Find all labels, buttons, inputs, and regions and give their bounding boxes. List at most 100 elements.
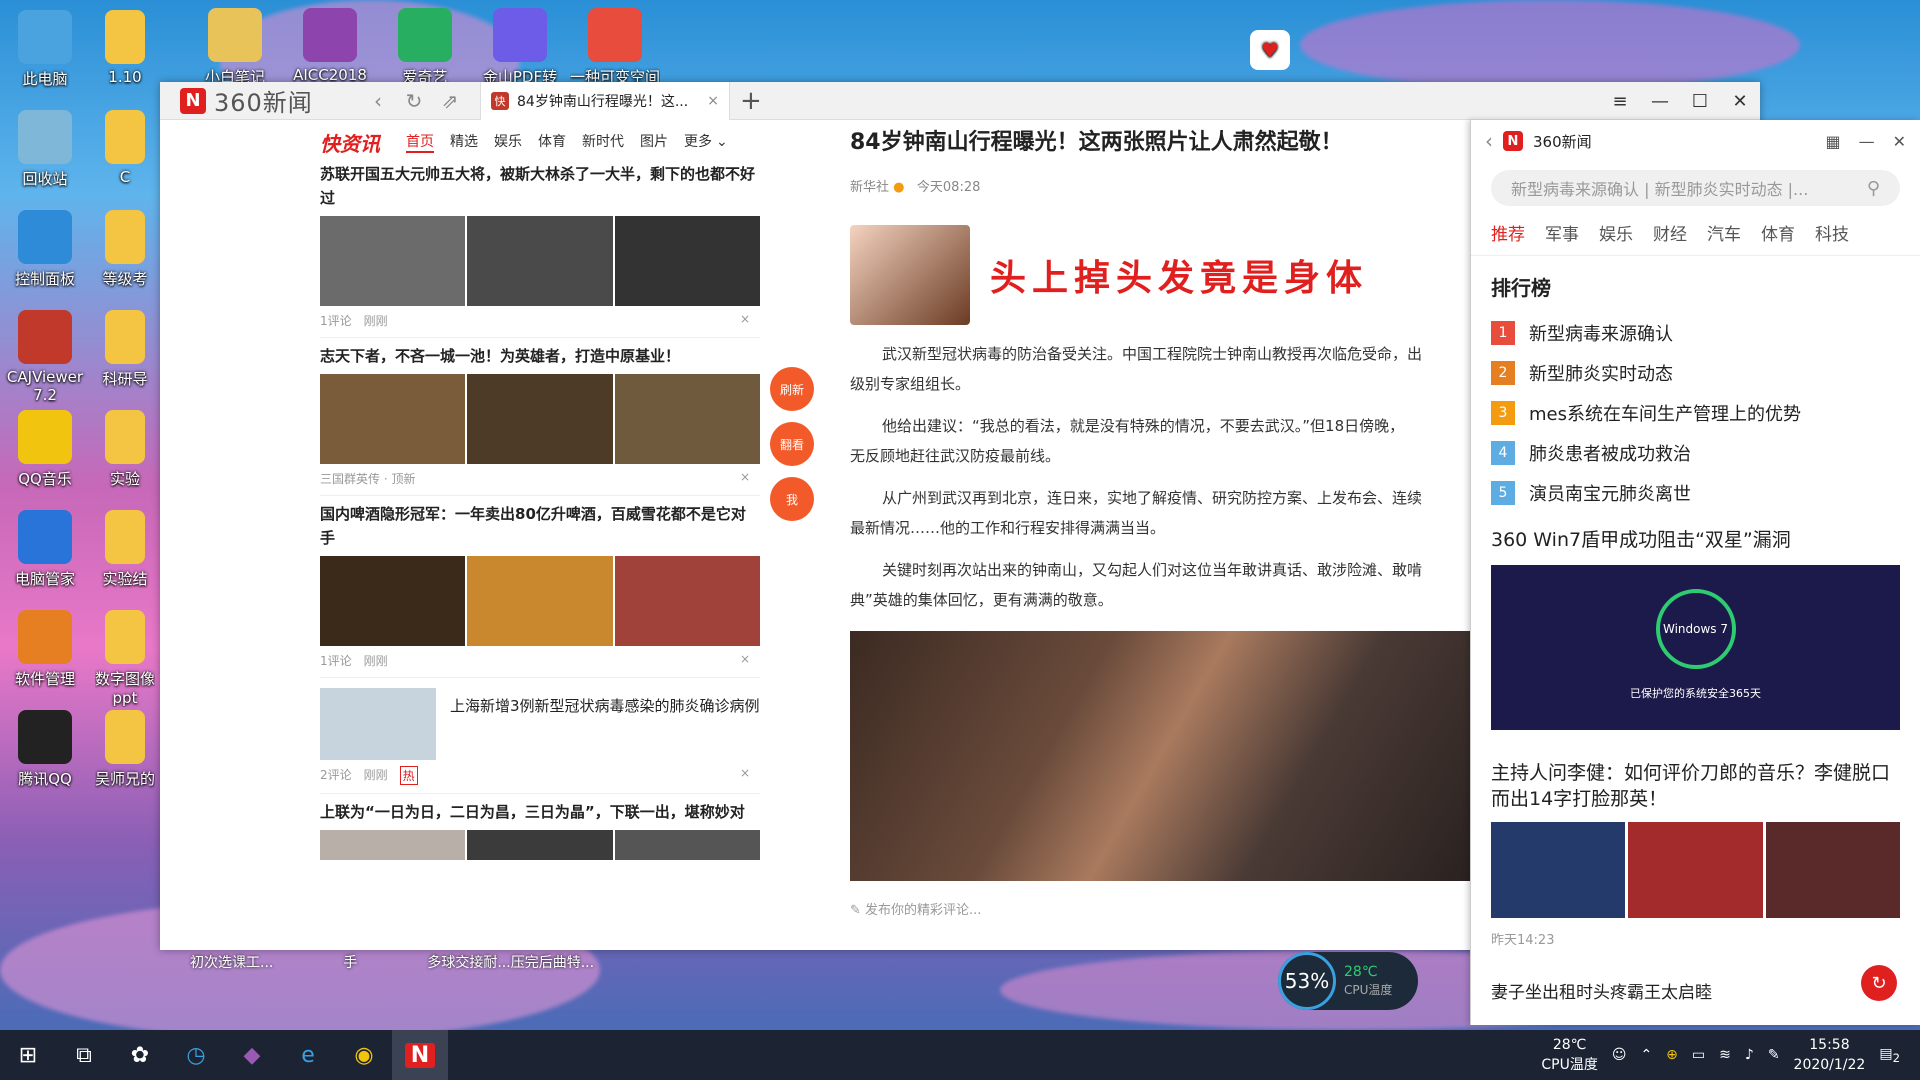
folder-icon[interactable]: 1.10 (95, 10, 155, 86)
panel-tab[interactable]: 娱乐 (1599, 220, 1633, 245)
panel-tab[interactable]: 汽车 (1707, 220, 1741, 245)
edge-icon[interactable]: e (280, 1030, 336, 1080)
desktop-icon[interactable]: 回收站 (0, 110, 90, 189)
folder-icon[interactable]: C (95, 110, 155, 186)
refresh-button[interactable]: ↻ (1861, 965, 1897, 1001)
ad-banner[interactable]: 头上掉头发竟是身体 (850, 225, 1470, 325)
desktop-icon[interactable]: 爱奇艺 (380, 8, 470, 82)
rank-item[interactable]: 3 mes系统在车间生产管理上的优势 (1491, 393, 1900, 433)
panel-tab[interactable]: 推荐 (1491, 220, 1525, 245)
close-tab-icon[interactable]: × (707, 93, 719, 109)
minimize-button[interactable]: — (1859, 132, 1875, 151)
grid-icon[interactable]: ▦ (1825, 132, 1840, 151)
minimize-button[interactable]: — (1640, 82, 1680, 120)
desktop-icon[interactable]: 金山PDF转 (475, 8, 565, 82)
volume-icon[interactable]: ♪ (1745, 1047, 1754, 1063)
feed-item[interactable]: 国内啤酒隐形冠军：一年卖出80亿升啤酒，百威雪花都不是它对手 (320, 502, 760, 646)
tab-article[interactable]: 快 84岁钟南山行程曝光！这... × (480, 82, 730, 120)
back-icon[interactable]: ‹ (1485, 129, 1493, 153)
desktop-icon[interactable]: 控制面板 (0, 210, 90, 289)
panel-tab[interactable]: 军事 (1545, 220, 1579, 245)
feed-item[interactable]: 苏联开国五大元帅五大将，被斯大林杀了一大半，剩下的也都不好过 (320, 162, 760, 306)
feed-tab[interactable]: 精选 (450, 131, 478, 153)
menu-icon[interactable]: ≡ (1600, 82, 1640, 120)
desktop-icon[interactable]: AICC2018 (285, 8, 375, 82)
panel-tab[interactable]: 科技 (1815, 220, 1849, 245)
chrome-icon[interactable]: ◉ (336, 1030, 392, 1080)
folder-icon[interactable]: 实验 (95, 410, 155, 489)
maximize-button[interactable]: ☐ (1680, 82, 1720, 120)
clock[interactable]: 15:58 2020/1/22 (1794, 1035, 1866, 1075)
share-icon[interactable]: ⇗ (432, 86, 468, 116)
desktop-icon[interactable]: CAJViewer 7.2 (0, 310, 90, 404)
folder-icon[interactable]: 实验结 (95, 510, 155, 589)
desktop-icon[interactable]: 电脑管家 (0, 510, 90, 589)
close-icon[interactable]: × (740, 470, 750, 484)
back-icon[interactable]: ‹ (360, 86, 396, 116)
feed-item[interactable]: 上联为“一日为日，二日为昌，三日为晶”，下联一出，堪称妙对 (320, 800, 760, 860)
visual-studio-icon[interactable]: ◆ (224, 1030, 280, 1080)
float-button[interactable]: 翻看 (770, 422, 814, 466)
feed-tab[interactable]: 新时代 (582, 131, 624, 153)
folder-icon[interactable]: 数字图像 ppt (95, 610, 155, 707)
feed-tab[interactable]: 图片 (640, 131, 668, 153)
close-button[interactable]: ✕ (1720, 82, 1760, 120)
background-window-title[interactable]: 多球交接耐...压完后曲特... (427, 952, 594, 972)
article-source[interactable]: 新华社 (850, 180, 889, 195)
chevron-up-icon[interactable]: ⌃ (1640, 1047, 1652, 1063)
pen-icon[interactable]: ✎ (1768, 1047, 1780, 1063)
feed-tab[interactable]: 体育 (538, 131, 566, 153)
close-icon[interactable]: × (740, 652, 750, 666)
rank-item[interactable]: 1 新型病毒来源确认 (1491, 313, 1900, 353)
rank-item[interactable]: 4 肺炎患者被成功救治 (1491, 433, 1900, 473)
folder-icon[interactable]: 科研导 (95, 310, 155, 389)
new-tab-button[interactable]: + (740, 86, 762, 116)
close-icon[interactable]: × (740, 766, 750, 780)
desktop-icon[interactable]: 小白笔记 (190, 8, 280, 82)
float-button[interactable]: 我 (770, 477, 814, 521)
feed-item[interactable]: 上海新增3例新型冠状病毒感染的肺炎确诊病例 (320, 688, 760, 760)
folder-icon[interactable]: 等级考 (95, 210, 155, 289)
close-button[interactable]: ✕ (1893, 132, 1906, 151)
search-input[interactable]: 新型病毒来源确认 | 新型肺炎实时动态 |... ⚲ (1491, 170, 1900, 206)
news-item[interactable]: 主持人问李健：如何评价刀郎的音乐？李健脱口而出14字打脸那英！ 昨天14:23 (1471, 760, 1920, 954)
feed-item[interactable]: 志天下者，不吝一城一池！为英雄者，打造中原基业！ (320, 344, 760, 464)
desktop-icon[interactable]: 此电脑 (0, 10, 90, 89)
plus-tray-icon[interactable]: ⊕ (1666, 1047, 1678, 1063)
float-button[interactable]: 刷新 (770, 367, 814, 411)
clock-app-icon[interactable]: ◷ (168, 1030, 224, 1080)
news-item[interactable]: 360 Win7盾甲成功阻击“双星”漏洞 Windows 7 已保护您的系统安全… (1471, 527, 1920, 730)
360news-taskbar-icon[interactable]: N (392, 1030, 448, 1080)
close-icon[interactable]: × (740, 312, 750, 326)
desktop-icon[interactable]: 腾讯QQ (0, 710, 90, 789)
refresh-icon[interactable]: ↻ (396, 86, 432, 116)
desktop-icon-label: 回收站 (22, 170, 68, 188)
comment-field[interactable]: ✎ 发布你的精彩评论... (850, 899, 1470, 918)
desktop-icon[interactable]: 一种可变空间 (570, 8, 660, 82)
cpu-widget[interactable]: 53% 28℃ CPU温度 (1278, 952, 1418, 1010)
desktop-icon[interactable]: QQ音乐 (0, 410, 90, 489)
rank-item[interactable]: 2 新型肺炎实时动态 (1491, 353, 1900, 393)
tshirt-icon[interactable]: ♥ (1230, 30, 1310, 74)
desktop-icon-image (18, 210, 72, 264)
background-window-title[interactable]: 初次选课工... (190, 952, 273, 972)
feed-tab[interactable]: 更多 (684, 131, 712, 153)
search-icon[interactable]: ⚲ (1867, 178, 1880, 199)
app-pinned-icon[interactable]: ✿ (112, 1030, 168, 1080)
rank-item[interactable]: 5 演员南宝元肺炎离世 (1491, 473, 1900, 513)
people-icon[interactable]: ☺ (1612, 1047, 1627, 1063)
notification-icon[interactable]: ▤2 (1879, 1046, 1900, 1065)
battery-icon[interactable]: ▭ (1692, 1047, 1705, 1063)
panel-tab[interactable]: 财经 (1653, 220, 1687, 245)
feed-tab[interactable]: 首页 (406, 131, 434, 153)
feed-tab[interactable]: 娱乐 (494, 131, 522, 153)
panel-tab[interactable]: 体育 (1761, 220, 1795, 245)
desktop-icon[interactable]: 软件管理 (0, 610, 90, 689)
background-window-title[interactable]: 手 (343, 952, 357, 972)
wifi-icon[interactable]: ≋ (1719, 1047, 1731, 1063)
news-item[interactable]: 妻子坐出租时头疼霸王太启睦 (1471, 980, 1920, 1006)
folder-icon[interactable]: 吴师兄的 (95, 710, 155, 789)
chevron-down-icon[interactable]: ⌄ (716, 134, 728, 150)
task-view-icon[interactable]: ⧉ (56, 1030, 112, 1080)
start-button[interactable]: ⊞ (0, 1030, 56, 1080)
